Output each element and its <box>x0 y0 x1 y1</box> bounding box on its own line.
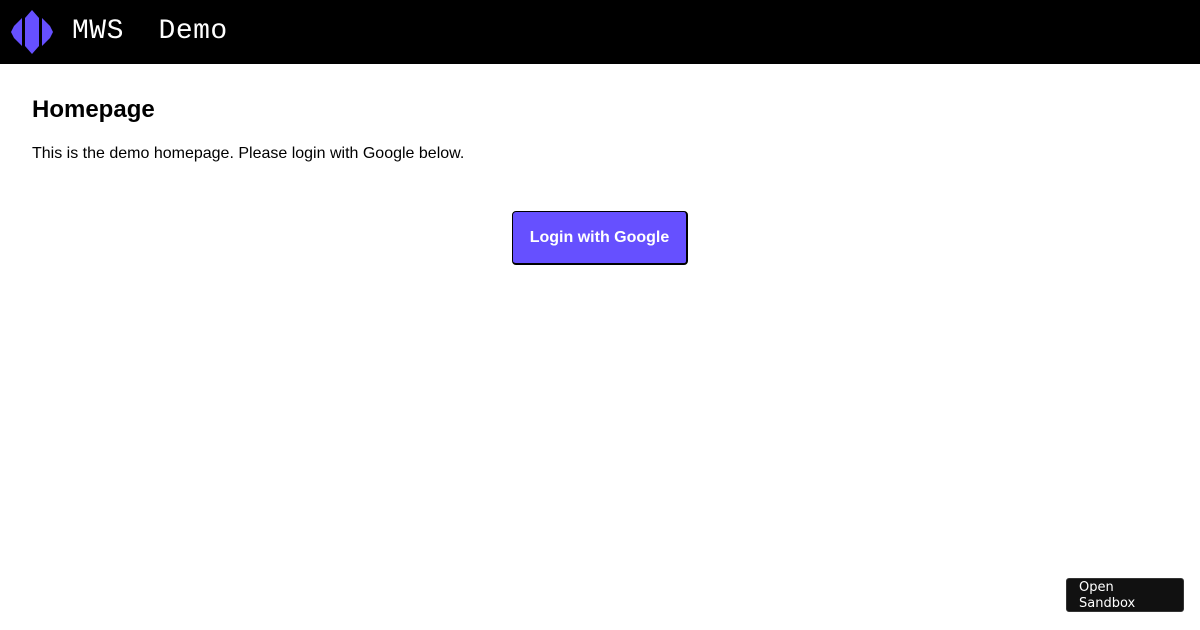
sandbox-label-line1: Open <box>1079 580 1114 595</box>
login-with-google-button[interactable]: Login with Google <box>512 211 688 265</box>
open-sandbox-button[interactable]: Open Sandbox <box>1066 578 1184 612</box>
page-title: Homepage <box>32 96 155 123</box>
app-header: MWS Demo <box>0 0 1200 64</box>
shield-emblem-icon <box>11 10 53 54</box>
app-title: MWS Demo <box>72 16 228 47</box>
page-description: This is the demo homepage. Please login … <box>32 145 465 162</box>
sandbox-label-line2: Sandbox <box>1079 596 1136 611</box>
